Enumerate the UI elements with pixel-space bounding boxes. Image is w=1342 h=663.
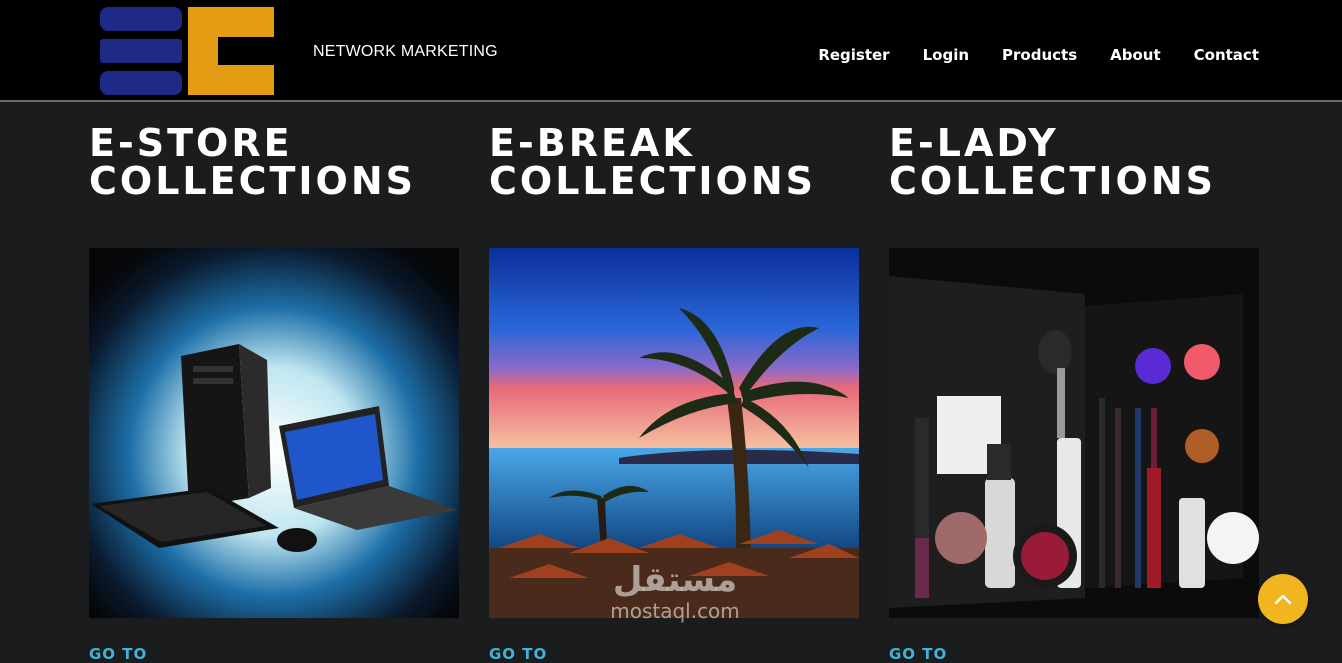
nav-register[interactable]: Register — [818, 46, 889, 64]
collection-card-estore: E-STORE COLLECTIONS GO TO — [89, 104, 459, 663]
collections-section: E-STORE COLLECTIONS GO TO E-BREAK COLLEC… — [0, 104, 1342, 663]
collection-title: E-BREAK COLLECTIONS — [489, 121, 816, 203]
nav-about[interactable]: About — [1110, 46, 1161, 64]
computer-image — [89, 248, 459, 618]
makeup-image — [889, 248, 1259, 618]
main-nav: Register Login Products About Contact — [818, 46, 1259, 64]
nav-contact[interactable]: Contact — [1194, 46, 1259, 64]
site-header: NETWORK MARKETING Register Login Product… — [0, 0, 1342, 102]
collection-card-elady: E-LADY COLLECTIONS GO TO — [889, 104, 1259, 663]
goto-link-estore[interactable]: GO TO — [89, 645, 147, 663]
collection-card-ebreak: E-BREAK COLLECTIONS GO TO — [489, 104, 859, 663]
beach-image — [489, 248, 859, 618]
goto-link-elady[interactable]: GO TO — [889, 645, 947, 663]
chevron-up-icon — [1274, 594, 1292, 605]
nav-login[interactable]: Login — [923, 46, 969, 64]
nav-products[interactable]: Products — [1002, 46, 1077, 64]
brand-text: NETWORK MARKETING — [313, 43, 498, 60]
collection-image-makeup[interactable] — [889, 248, 1259, 618]
collection-image-computers[interactable] — [89, 248, 459, 618]
logo-icon — [100, 7, 274, 95]
collection-image-beach[interactable] — [489, 248, 859, 618]
collection-title: E-LADY COLLECTIONS — [889, 121, 1216, 203]
collection-title: E-STORE COLLECTIONS — [89, 121, 416, 203]
goto-link-ebreak[interactable]: GO TO — [489, 645, 547, 663]
back-to-top-button[interactable] — [1258, 574, 1308, 624]
logo[interactable] — [100, 7, 274, 95]
